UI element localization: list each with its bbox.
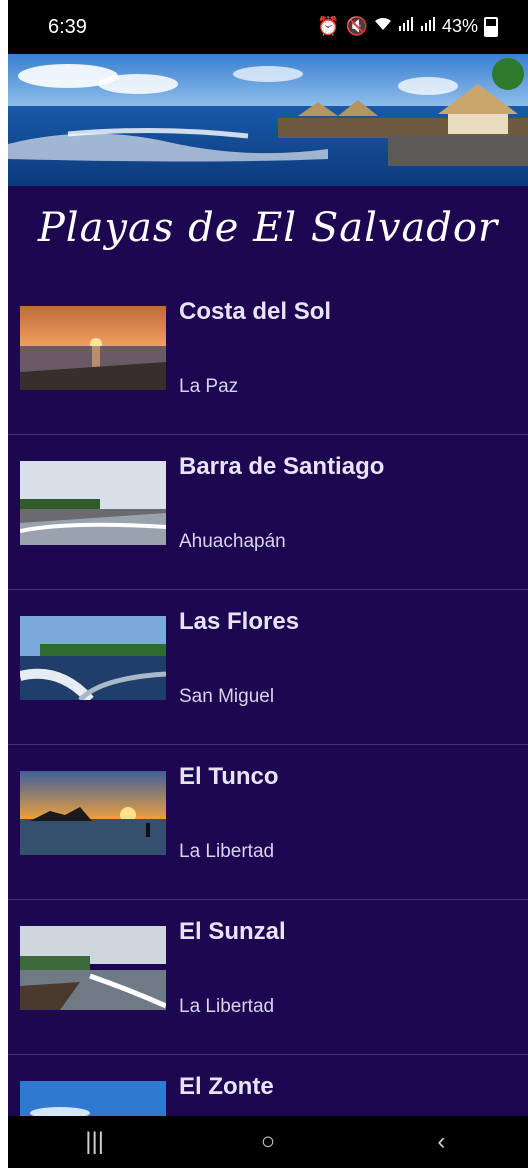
beach-name: Las Flores [179,608,300,635]
status-time: 6:39 [48,16,87,38]
battery-percent: 43% [441,16,478,36]
beach-region: La Libertad [179,841,275,862]
recent-apps-button[interactable]: ||| [55,1116,135,1168]
beach-name: El Sunzal [179,918,286,945]
mute-icon: 🔇 [345,16,368,36]
list-item[interactable]: Barra de Santiago Ahuachapán [8,435,528,590]
signal-icon [420,16,436,37]
signal-icon [398,16,414,37]
beach-name: El Zonte [179,1073,274,1100]
beach-thumbnail [20,306,166,390]
status-bar: 6:39 ⏰ 🔇 43% [8,0,528,54]
beach-region: La Paz [179,376,239,397]
beach-thumbnail [20,461,166,545]
beach-region: San Miguel [179,686,275,707]
back-button[interactable]: ‹ [401,1116,481,1168]
list-item[interactable]: El Sunzal La Libertad [8,900,528,1055]
page-title: Playas de El Salvador [37,205,499,251]
list-item[interactable]: Las Flores San Miguel [8,590,528,745]
beach-name: Barra de Santiago [179,453,385,480]
beach-name: Costa del Sol [179,298,332,325]
system-nav-bar: ||| ○ ‹ [8,1116,528,1168]
beach-thumbnail [20,926,166,1010]
list-item[interactable]: El Tunco La Libertad [8,745,528,900]
beach-region: Ahuachapán [179,531,286,552]
beach-thumbnail [20,616,166,700]
status-icons: ⏰ 🔇 43% [317,16,498,37]
battery-icon [484,16,498,37]
beach-name: El Tunco [179,763,279,790]
header-banner-image [8,54,528,186]
wifi-icon [374,16,392,37]
beach-thumbnail [20,771,166,855]
alarm-icon: ⏰ [317,16,340,36]
app-screen: 6:39 ⏰ 🔇 43% Playas de El Salvador Costa… [8,0,528,1168]
list-item[interactable]: Costa del Sol La Paz [8,280,528,435]
home-button[interactable]: ○ [228,1116,308,1168]
beach-region: La Libertad [179,996,275,1017]
beach-list: Costa del Sol La Paz Barra de Santiago A… [8,280,528,1168]
